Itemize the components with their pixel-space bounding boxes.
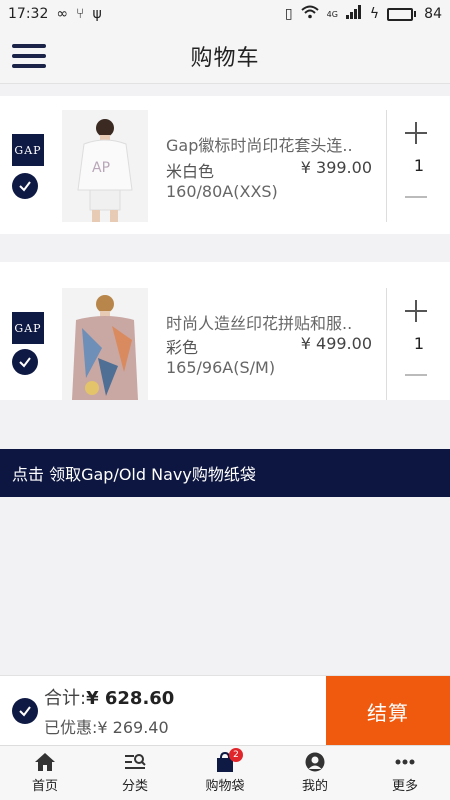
quantity-stepper: 1 <box>386 110 450 222</box>
check-icon <box>19 357 31 368</box>
product-color: 彩色 <box>166 338 199 357</box>
increase-quantity-button[interactable] <box>405 300 427 322</box>
item-select-checkbox[interactable] <box>12 173 38 199</box>
product-price: ¥ 499.00 <box>300 334 372 353</box>
category-search-icon <box>125 754 146 769</box>
network-type: 4G <box>326 9 338 19</box>
app-header: 购物车 <box>0 28 450 84</box>
cart-item: GAP 时尚人造丝印花拼贴和服.. 彩色 ¥ 499.00 165/96A(S/… <box>0 262 450 400</box>
product-price: ¥ 399.00 <box>300 158 372 177</box>
tab-label: 购物袋 <box>205 779 245 794</box>
more-icon <box>395 759 415 765</box>
cart-count-badge: 2 <box>229 748 243 762</box>
increase-quantity-button[interactable] <box>405 122 427 144</box>
select-all-checkbox[interactable] <box>12 698 38 724</box>
charging-icon: ϟ <box>369 6 380 22</box>
product-name[interactable]: Gap徽标时尚印花套头连.. <box>166 132 372 156</box>
decrease-quantity-button[interactable] <box>405 196 427 198</box>
product-color: 米白色 <box>166 162 215 181</box>
discount-value: ¥ 269.40 <box>97 718 169 737</box>
total-label: 合计: <box>44 688 87 709</box>
tab-profile[interactable]: 我的 <box>270 746 360 800</box>
vibrate-icon: ▯ <box>284 6 293 22</box>
product-photo-white-hoodie: AP <box>62 110 148 222</box>
shopping-bag-icon-wrap: 2 <box>215 748 243 772</box>
bottom-tab-bar: 首页 分类 2 购物袋 我的 更多 <box>0 745 450 800</box>
quantity-stepper: 1 <box>386 288 450 400</box>
battery-level: 84 <box>424 6 442 22</box>
tab-category[interactable]: 分类 <box>90 746 180 800</box>
tab-label: 分类 <box>121 779 148 794</box>
page-title: 购物车 <box>190 45 260 71</box>
infinity-icon: ∞ <box>56 6 69 22</box>
product-name[interactable]: 时尚人造丝印花拼贴和服.. <box>166 310 372 334</box>
cart-item: GAP AP Gap徽标时尚印花套头连.. 米白色 ¥ 399.00 160/8… <box>0 96 450 234</box>
item-select-checkbox[interactable] <box>12 349 38 375</box>
usb-icon: ψ <box>92 6 102 22</box>
tab-more[interactable]: 更多 <box>360 746 450 800</box>
share-icon: ⑂ <box>76 6 85 22</box>
tab-label: 首页 <box>31 779 58 794</box>
checkout-bar: 合计:¥ 628.60 已优惠:¥ 269.40 结算 <box>0 675 450 746</box>
tab-home[interactable]: 首页 <box>0 746 90 800</box>
battery-icon <box>387 7 417 21</box>
svg-text:AP: AP <box>92 160 110 176</box>
product-size: 165/96A(S/M) <box>166 358 276 377</box>
banner-text: 点击 领取Gap/Old Navy购物纸袋 <box>12 465 256 484</box>
product-size: 160/80A(XXS) <box>166 182 278 201</box>
menu-icon[interactable] <box>12 42 46 70</box>
check-icon <box>19 706 31 717</box>
brand-logo: GAP <box>12 312 44 344</box>
tab-shopping-bag[interactable]: 2 购物袋 <box>180 746 270 800</box>
product-photo-printed-kimono <box>62 288 148 400</box>
user-icon <box>305 752 325 772</box>
status-bar: 17:32 ∞ ⑂ ψ ▯ 4G ϟ 84 <box>0 0 450 28</box>
order-discount: 已优惠:¥ 269.40 <box>44 714 169 738</box>
home-icon <box>35 753 55 771</box>
quantity-value: 1 <box>413 334 425 353</box>
total-value: ¥ 628.60 <box>86 688 175 709</box>
brand-logo: GAP <box>12 134 44 166</box>
wifi-icon <box>300 5 319 23</box>
product-image[interactable] <box>62 288 148 400</box>
product-image[interactable]: AP <box>62 110 148 222</box>
decrease-quantity-button[interactable] <box>405 374 427 376</box>
signal-icon <box>345 5 362 23</box>
order-total: 合计:¥ 628.60 <box>44 684 174 710</box>
tab-label: 我的 <box>301 779 328 794</box>
status-time: 17:32 <box>8 6 49 22</box>
shopping-bag-promo-banner[interactable]: 点击 领取Gap/Old Navy购物纸袋 <box>0 449 450 497</box>
checkout-button[interactable]: 结算 <box>326 676 450 746</box>
tab-label: 更多 <box>391 779 418 794</box>
discount-label: 已优惠: <box>44 718 98 737</box>
quantity-value: 1 <box>413 156 425 175</box>
check-icon <box>19 181 31 192</box>
